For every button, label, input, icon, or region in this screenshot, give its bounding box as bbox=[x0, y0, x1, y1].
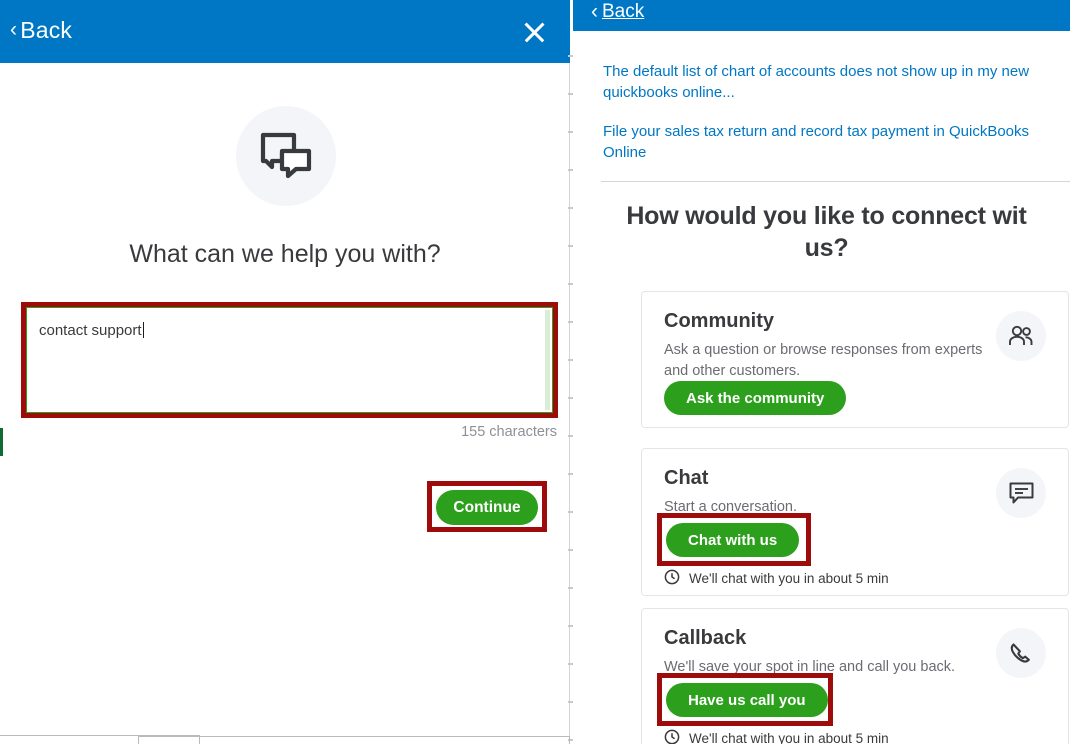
continue-annotation-box: Continue bbox=[427, 481, 547, 532]
chat-eta: We'll chat with you in about 5 min bbox=[664, 569, 889, 588]
callback-button-annotation-box: Have us call you bbox=[657, 673, 833, 726]
help-panel: ‹ Back What can we help you with? contac… bbox=[0, 0, 570, 744]
card-community-title: Community bbox=[664, 310, 774, 333]
screenshot-root: ‹ Back What can we help you with? contac… bbox=[0, 0, 1070, 744]
card-community-description: Ask a question or browse responses from … bbox=[664, 340, 994, 381]
suggested-link-2[interactable]: File your sales tax return and record ta… bbox=[603, 122, 1070, 163]
divider bbox=[601, 181, 1070, 182]
bottom-frame-right bbox=[138, 736, 570, 744]
callback-eta: We'll chat with you in about 5 min bbox=[664, 729, 889, 744]
back-button-label: Back bbox=[20, 17, 72, 44]
clock-icon bbox=[664, 729, 680, 744]
textarea-scrollbar[interactable] bbox=[545, 310, 550, 410]
have-us-call-you-button[interactable]: Have us call you bbox=[666, 683, 828, 717]
text-cursor bbox=[143, 322, 144, 338]
clock-icon bbox=[664, 569, 680, 588]
continue-button[interactable]: Continue bbox=[436, 490, 538, 525]
close-icon[interactable] bbox=[520, 18, 548, 46]
card-community[interactable]: Community Ask a question or browse respo… bbox=[641, 291, 1069, 428]
help-query-input[interactable]: contact support bbox=[26, 307, 553, 413]
character-counter: 155 characters bbox=[461, 424, 557, 440]
card-callback[interactable]: Callback We'll save your spot in line an… bbox=[641, 608, 1069, 744]
back-button[interactable]: ‹ Back bbox=[10, 17, 72, 44]
left-edge-accent bbox=[0, 428, 3, 456]
connect-heading-line2: us? bbox=[583, 232, 1070, 264]
connect-heading-line1: How would you like to connect wit bbox=[626, 202, 1026, 230]
chat-with-us-button[interactable]: Chat with us bbox=[666, 523, 799, 557]
textarea-annotation-box: contact support bbox=[21, 302, 558, 418]
chevron-left-icon: ‹ bbox=[10, 19, 17, 40]
connect-heading: How would you like to connect wit us? bbox=[583, 200, 1070, 264]
card-callback-title: Callback bbox=[664, 627, 746, 650]
help-panel-header: ‹ Back bbox=[0, 0, 570, 63]
people-icon bbox=[996, 311, 1046, 361]
page-title: What can we help you with? bbox=[0, 240, 570, 269]
phone-icon bbox=[996, 628, 1046, 678]
card-chat[interactable]: Chat Start a conversation. Chat with us … bbox=[641, 448, 1069, 596]
back-button-right[interactable]: ‹ Back bbox=[591, 1, 644, 23]
suggested-link-1[interactable]: The default list of chart of accounts do… bbox=[603, 62, 1070, 103]
callback-eta-label: We'll chat with you in about 5 min bbox=[689, 731, 889, 744]
back-button-right-label: Back bbox=[602, 1, 644, 23]
chat-eta-label: We'll chat with you in about 5 min bbox=[689, 571, 889, 586]
card-chat-title: Chat bbox=[664, 467, 708, 490]
chevron-left-icon: ‹ bbox=[591, 1, 598, 22]
chat-button-annotation-box: Chat with us bbox=[657, 513, 811, 566]
chat-icon bbox=[996, 468, 1046, 518]
ask-the-community-button[interactable]: Ask the community bbox=[664, 381, 846, 415]
help-query-value: contact support bbox=[39, 322, 142, 339]
chat-bubbles-icon bbox=[236, 106, 336, 206]
connect-panel-header: ‹ Back bbox=[573, 0, 1070, 31]
